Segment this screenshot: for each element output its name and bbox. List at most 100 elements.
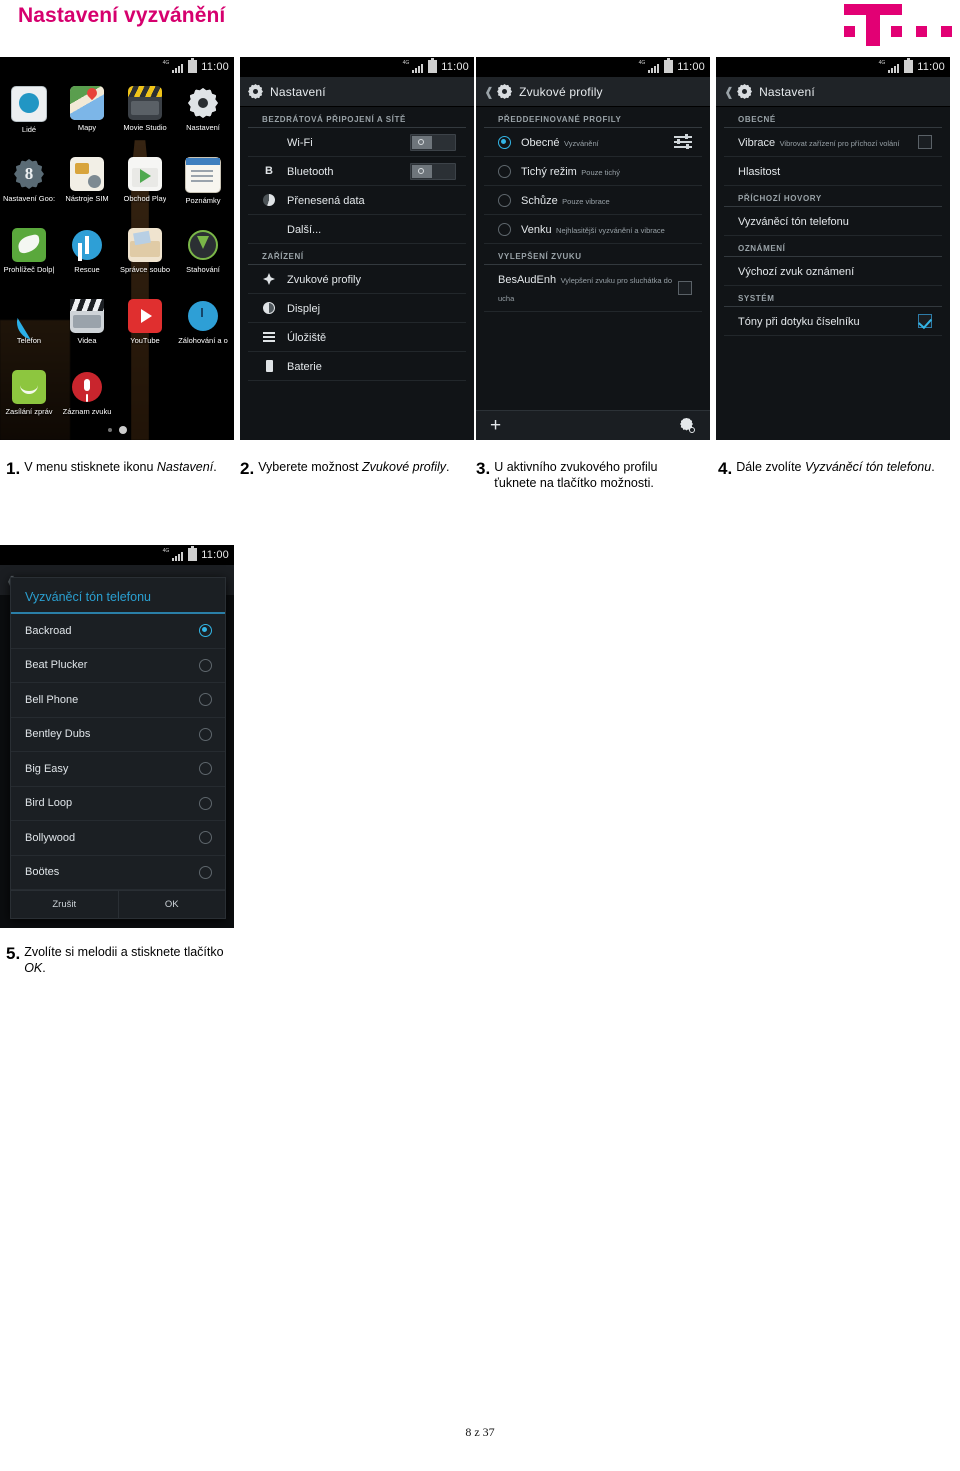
cancel-button[interactable]: Zrušit xyxy=(11,891,119,918)
ringtone-radio[interactable] xyxy=(199,831,212,845)
ringtone-radio[interactable] xyxy=(199,796,212,810)
signal-icon xyxy=(172,63,184,73)
network-type-label: 4G xyxy=(162,60,170,66)
settings-row-vyzvaneci-ton[interactable]: Vyzváněcí tón telefonu xyxy=(724,207,942,236)
ringtone-option[interactable]: Backroad xyxy=(11,614,225,649)
profile-row-obecne[interactable]: Obecné Vyzvánění xyxy=(484,128,702,157)
row-title: Obecné xyxy=(521,137,560,149)
app-label: Obchod Play xyxy=(123,194,167,203)
app-label: Záznam zvuku xyxy=(62,407,112,416)
app-icon-nastaveni-google[interactable]: Nastavení Goo: xyxy=(0,154,58,225)
back-chevron-icon[interactable]: ❰ xyxy=(724,85,734,99)
bluetooth-toggle[interactable] xyxy=(410,162,456,180)
step-text-emphasis: OK xyxy=(24,961,43,975)
section-header: OBECNÉ xyxy=(724,107,942,128)
settings-gear-icon xyxy=(497,84,512,99)
settings-row-data[interactable]: Přenesená data xyxy=(248,186,466,215)
settings-row-bluetooth[interactable]: Bluetooth xyxy=(248,157,466,186)
profile-radio[interactable] xyxy=(498,222,511,236)
equalizer-icon[interactable] xyxy=(674,134,692,150)
app-icon-spravce-souboru[interactable]: Správce soubo xyxy=(116,225,174,296)
ringtone-option[interactable]: Beat Plucker xyxy=(11,649,225,683)
ringtone-radio[interactable] xyxy=(199,693,212,707)
ringtone-name: Bentley Dubs xyxy=(25,728,91,741)
settings-row-display[interactable]: Displej xyxy=(248,294,466,323)
app-label: Nástroje SIM xyxy=(65,194,109,203)
settings-list[interactable]: BEZDRÁTOVÁ PŘIPOJENÍ A SÍTĚ Wi-Fi Blueto… xyxy=(240,107,474,440)
ringtone-option[interactable]: Bird Loop xyxy=(11,787,225,821)
profile-radio[interactable] xyxy=(498,164,511,178)
ringtone-option[interactable]: Boötes xyxy=(11,856,225,890)
tony-checkbox[interactable] xyxy=(918,314,932,328)
profile-row-tichy-rezim[interactable]: Tichý režim Pouze tichý xyxy=(484,157,702,186)
app-icon-poznamky[interactable]: Poznámky xyxy=(174,154,232,225)
ringtone-option[interactable]: Big Easy xyxy=(11,752,225,787)
app-icon-nastroje-sim[interactable]: Nástroje SIM xyxy=(58,154,116,225)
ringtone-radio-selected[interactable] xyxy=(199,624,212,638)
step-number: 3. xyxy=(476,459,491,478)
ok-button[interactable]: OK xyxy=(119,891,226,918)
settings-row-hlasitost[interactable]: Hlasitost xyxy=(724,157,942,186)
app-icon-youtube[interactable]: YouTube xyxy=(116,296,174,367)
network-type-label: 4G xyxy=(878,60,886,66)
status-bar-clock: 11:00 xyxy=(917,61,945,73)
app-icon-telefon[interactable]: Telefon xyxy=(0,296,58,367)
settings-row-more[interactable]: Další... xyxy=(248,215,466,244)
step-1: 1. V menu stisknete ikonu Nastavení. xyxy=(6,459,221,478)
step-4: 4. Dále zvolíte Vyzváněcí tón telefonu. xyxy=(718,459,948,478)
step-text-pre: U aktivního zvukového profilu ťuknete na… xyxy=(494,460,658,490)
section-header: SYSTÉM xyxy=(724,286,942,307)
app-icon-dolphin[interactable]: Prohlížeč Dolp| xyxy=(0,225,58,296)
app-icon-movie-studio[interactable]: Movie Studio xyxy=(116,83,174,154)
profile-row-venku[interactable]: Venku Nejhlasitější vyzvánění a vibrace xyxy=(484,215,702,244)
bottom-action-bar[interactable]: + xyxy=(476,410,710,440)
section-header: ZAŘÍZENÍ xyxy=(248,244,466,265)
app-icon-rescue[interactable]: Rescue xyxy=(58,225,116,296)
ringtone-option[interactable]: Bell Phone xyxy=(11,683,225,718)
app-icon-lide[interactable]: Lidé xyxy=(0,83,58,154)
profile-settings-list[interactable]: OBECNÉ Vibrace Vibrovat zařízení pro pří… xyxy=(716,107,950,440)
home-wallpaper: Lidé Mapy Movie Studio Nastavení Nastave… xyxy=(0,77,234,440)
ringtone-option-list[interactable]: Backroad Beat Plucker Bell Phone Bentley… xyxy=(11,614,225,890)
settings-row-tony-dotyku[interactable]: Tóny při dotyku číselníku xyxy=(724,307,942,336)
profile-radio[interactable] xyxy=(498,193,511,207)
app-icon-zalohovani[interactable]: Zálohování a o xyxy=(174,296,232,367)
dialog-title: Vyzváněcí tón telefonu xyxy=(11,578,225,614)
back-chevron-icon[interactable]: ❰ xyxy=(484,85,494,99)
row-title: Displej xyxy=(287,303,321,315)
ringtone-name: Bell Phone xyxy=(25,693,79,706)
wifi-toggle[interactable] xyxy=(410,133,456,151)
ringtone-radio[interactable] xyxy=(199,658,212,672)
app-icon-obchod-play[interactable]: Obchod Play xyxy=(116,154,174,225)
app-icon-mapy[interactable]: Mapy xyxy=(58,83,116,154)
profile-row-besaudenh[interactable]: BesAudEnh Vylepšení zvuku pro sluchátka … xyxy=(484,265,702,312)
vibrace-checkbox[interactable] xyxy=(918,135,932,149)
settings-gear-icon xyxy=(186,86,220,120)
app-icon-nastaveni[interactable]: Nastavení xyxy=(174,83,232,154)
app-icon-videa[interactable]: Videa xyxy=(58,296,116,367)
settings-row-zvuk-oznameni[interactable]: Výchozí zvuk oznámení xyxy=(724,257,942,286)
settings-row-sound-profiles[interactable]: Zvukové profily xyxy=(248,265,466,294)
screenshot-home-screen: 4G 11:00 Lidé Mapy Movie Studio Nastaven… xyxy=(0,57,234,440)
settings-row-storage[interactable]: Úložiště xyxy=(248,323,466,352)
sound-profiles-list[interactable]: PŘEDDEFINOVANÉ PROFILY Obecné Vyzvánění … xyxy=(476,107,710,440)
settings-row-battery[interactable]: Baterie xyxy=(248,352,466,381)
step-number: 2. xyxy=(240,459,255,478)
settings-row-vibrace[interactable]: Vibrace Vibrovat zařízení pro příchozí v… xyxy=(724,128,942,157)
besaudenh-checkbox[interactable] xyxy=(678,281,692,295)
settings-row-wifi[interactable]: Wi-Fi xyxy=(248,128,466,157)
ringtone-radio[interactable] xyxy=(199,762,212,776)
profile-radio-selected[interactable] xyxy=(498,135,511,149)
page-title: Nastavení vyzvánění xyxy=(18,4,226,27)
row-title: Tóny při dotyku číselníku xyxy=(738,316,860,328)
ringtone-option[interactable]: Bollywood xyxy=(11,821,225,856)
display-icon xyxy=(262,301,276,315)
ringtone-radio[interactable] xyxy=(199,727,212,741)
dialog-buttons[interactable]: Zrušit OK xyxy=(11,890,225,918)
app-icon-stahovani[interactable]: Stahování xyxy=(174,225,232,296)
add-profile-button[interactable]: + xyxy=(490,416,501,435)
ringtone-option[interactable]: Bentley Dubs xyxy=(11,718,225,752)
profile-row-schuze[interactable]: Schůze Pouze vibrace xyxy=(484,186,702,215)
ringtone-radio[interactable] xyxy=(199,865,212,879)
profile-settings-icon[interactable] xyxy=(680,418,696,434)
